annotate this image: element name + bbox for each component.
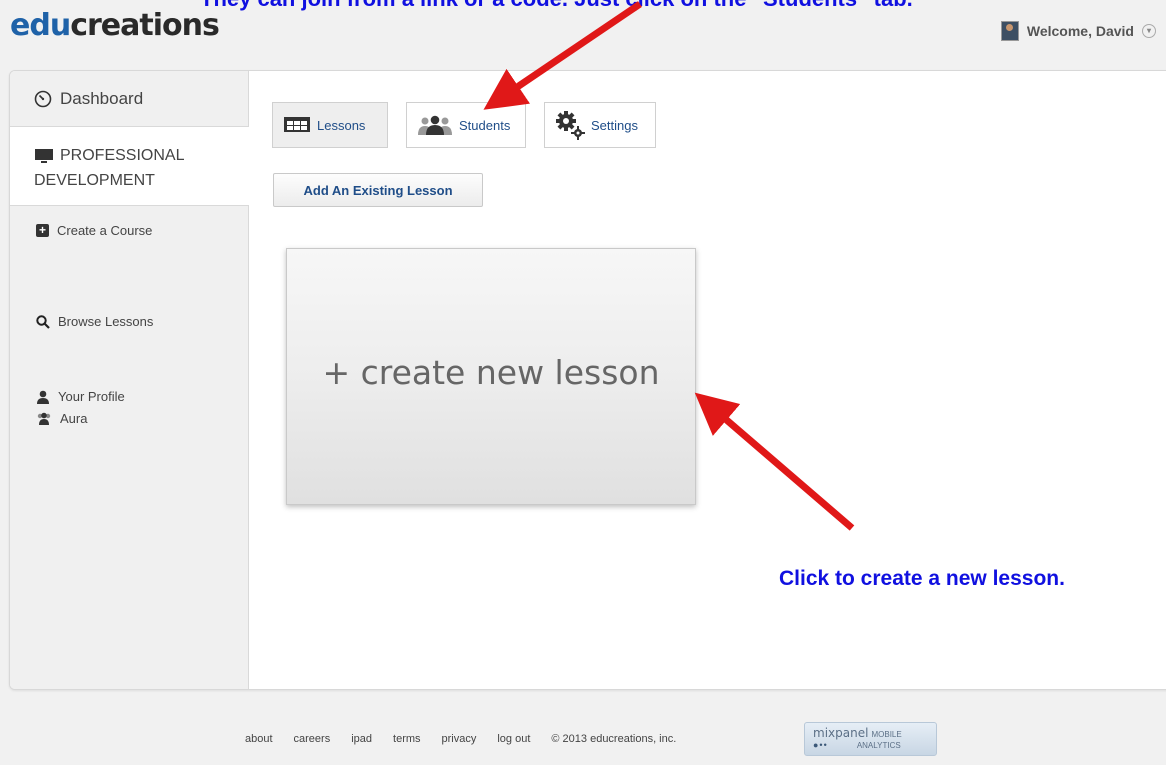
lessons-icon [284, 117, 310, 132]
sidebar-item-label: Aura [60, 411, 88, 426]
create-new-lesson-card[interactable]: + create new lesson [286, 248, 696, 505]
chevron-down-icon[interactable]: ▾ [1142, 24, 1156, 38]
tab-label: Students [459, 117, 511, 133]
sidebar-item-student[interactable]: Aura [36, 411, 87, 426]
footer-link-privacy[interactable]: privacy [442, 733, 477, 745]
create-new-lesson-label: + create new lesson [322, 353, 660, 392]
sidebar-item-your-profile[interactable]: Your Profile [36, 389, 125, 404]
footer-link-about[interactable]: about [245, 733, 273, 745]
footer-link-careers[interactable]: careers [294, 733, 331, 745]
mixpanel-mobile: MOBILE [871, 730, 902, 739]
logo-suffix: creations [70, 8, 220, 43]
tab-settings[interactable]: Settings [544, 102, 656, 148]
sidebar-item-create-course[interactable]: + Create a Course [36, 223, 152, 238]
sidebar-item-browse-lessons[interactable]: Browse Lessons [36, 314, 153, 329]
sidebar-item-label: Browse Lessons [58, 314, 154, 329]
group-icon [37, 412, 51, 425]
sidebar-item-course[interactable]: PROFESSIONAL DEVELOPMENT [10, 127, 249, 206]
tab-label: Settings [591, 117, 638, 133]
monitor-icon [35, 148, 53, 163]
search-icon [36, 314, 50, 329]
mixpanel-name: mixpanel [813, 726, 869, 740]
plus-icon: + [36, 224, 49, 237]
dashboard-icon [34, 90, 52, 107]
footer-link-logout[interactable]: log out [497, 733, 530, 745]
gear-icon [556, 111, 585, 140]
copyright: © 2013 educreations, inc. [551, 733, 677, 745]
sidebar-item-label: Create a Course [57, 223, 153, 238]
footer-link-terms[interactable]: terms [393, 733, 421, 745]
footer-link-ipad[interactable]: ipad [351, 733, 372, 745]
logo[interactable]: educreations [10, 8, 220, 43]
mixpanel-badge[interactable]: mixpanel MOBILE ●•• ANALYTICS [804, 722, 937, 756]
mixpanel-analytics: ANALYTICS [856, 741, 901, 750]
sidebar-item-label: Your Profile [58, 389, 125, 404]
user-icon [37, 390, 49, 404]
sidebar-item-dashboard[interactable]: Dashboard [10, 71, 248, 127]
mixpanel-dots-icon: ●•• [813, 740, 828, 750]
avatar [1000, 21, 1019, 41]
tab-students[interactable]: Students [406, 102, 526, 148]
welcome-text: Welcome, David [1026, 23, 1134, 39]
annotation-top: They can join from a link or a code. Jus… [200, 0, 913, 12]
course-title-line1: PROFESSIONAL [60, 147, 185, 164]
logo-prefix: edu [10, 8, 71, 43]
user-menu[interactable]: Welcome, David ▾ [1000, 21, 1156, 41]
course-title-line2: DEVELOPMENT [34, 172, 155, 189]
tab-lessons[interactable]: Lessons [272, 102, 388, 148]
sidebar-item-label: Dashboard [60, 88, 144, 108]
tab-label: Lessons [317, 117, 366, 133]
add-existing-lesson-button[interactable]: Add An Existing Lesson [273, 173, 483, 207]
sidebar: Dashboard PROFESSIONAL DEVELOPMENT [10, 71, 249, 689]
group-icon [418, 115, 452, 135]
annotation-right: Click to create a new lesson. [779, 567, 1065, 590]
footer: about careers ipad terms privacy log out… [245, 733, 697, 745]
main-panel: Dashboard PROFESSIONAL DEVELOPMENT + Cre… [9, 70, 1166, 690]
